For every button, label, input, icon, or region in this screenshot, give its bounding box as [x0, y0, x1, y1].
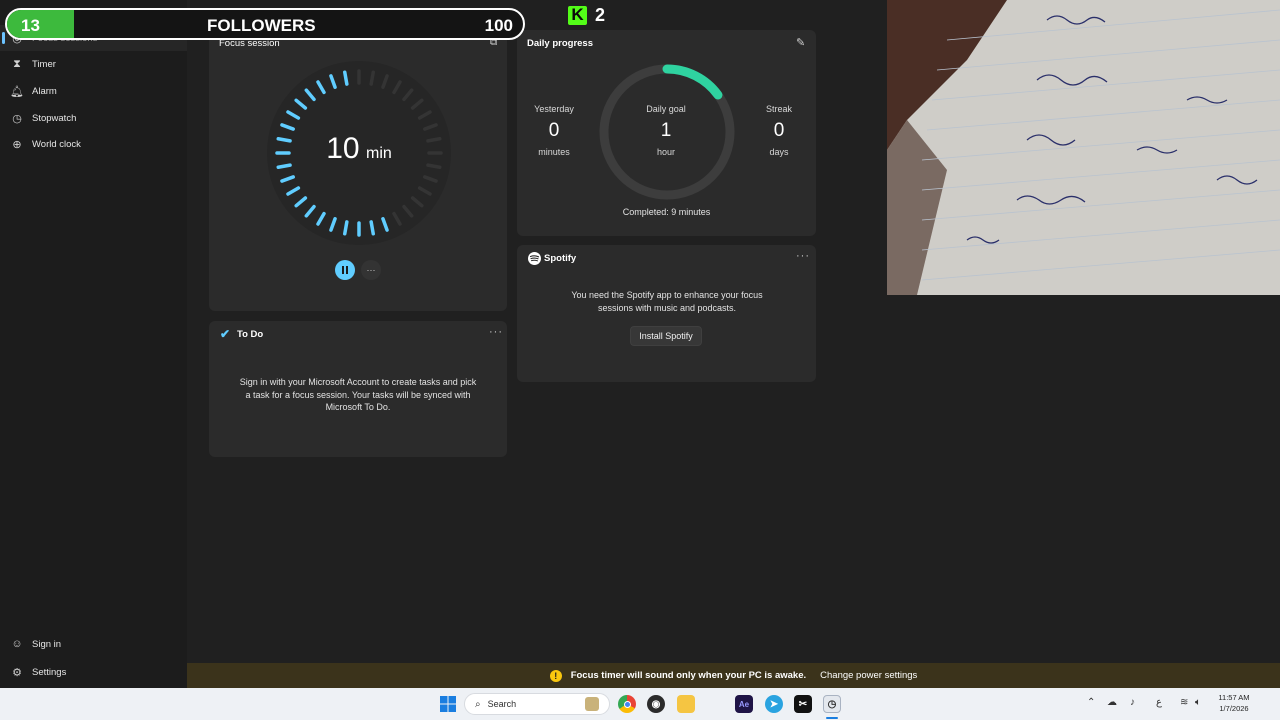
pause-button[interactable]: [335, 260, 355, 280]
dial-tick: [343, 70, 349, 86]
power-notice-bar: ! Focus timer will sound only when your …: [187, 663, 1280, 688]
obs-icon[interactable]: ◉: [647, 695, 665, 713]
pause-icon: [342, 266, 348, 274]
sidebar-item-settings[interactable]: ⚙ Settings: [0, 659, 187, 685]
sidebar-item-label: Stopwatch: [32, 112, 77, 124]
input-language[interactable]: ع: [1156, 697, 1162, 708]
daily-progress-card: Daily progress ✎ Yesterday 0 minutes Dai…: [517, 30, 816, 236]
yesterday-value: 0: [548, 120, 560, 141]
yesterday-unit: minutes: [538, 147, 570, 157]
followers-count: 13: [21, 16, 40, 35]
todo-check-icon: ✔: [220, 327, 231, 341]
card-title: Spotify: [544, 253, 577, 264]
globe-icon: ⊕: [12, 138, 22, 151]
kick-logo-icon: K: [568, 5, 587, 25]
sidebar: ◎ Focus sessions ⧗ Timer 🔔︎ Alarm ◷ Stop…: [0, 0, 187, 688]
chevron-up-icon[interactable]: ⌃: [1087, 697, 1095, 708]
spotify-card: Spotify ··· You need the Spotify app to …: [517, 245, 816, 382]
search-placeholder: Search: [487, 699, 517, 709]
capcut-icon[interactable]: ✂: [794, 695, 812, 713]
streak-value: 0: [773, 120, 785, 141]
file-explorer-icon[interactable]: [677, 695, 695, 713]
sidebar-item-label: Timer: [32, 58, 56, 70]
completed-text: Completed: 9 minutes: [622, 207, 711, 217]
streak-label: Streak: [765, 104, 792, 114]
search-icon: ⌕: [475, 698, 481, 710]
timer-unit: min: [366, 145, 392, 162]
microphone-icon[interactable]: ♪: [1130, 697, 1135, 708]
spotify-more-button[interactable]: ···: [796, 250, 810, 262]
webcam-overlay: [887, 0, 1280, 295]
followers-goal: 100: [484, 16, 513, 35]
active-app-indicator: [826, 717, 838, 719]
search-highlight-icon: [585, 697, 599, 711]
streak-unit: days: [769, 147, 789, 157]
main-content: Focus session ⧉ 10 min ··· Daily progres…: [187, 0, 887, 663]
clock-time: 11:57 AM: [1218, 693, 1250, 702]
change-power-settings-link[interactable]: Change power settings: [820, 670, 917, 681]
edit-icon[interactable]: ✎: [796, 36, 805, 49]
card-title: Daily progress: [527, 38, 593, 49]
kick-count: 2: [595, 4, 606, 25]
start-button[interactable]: [439, 695, 457, 713]
followers-progress-fill: [7, 10, 75, 38]
dial-tick: [343, 220, 349, 236]
sidebar-item-timer[interactable]: ⧗ Timer: [0, 51, 187, 77]
todo-more-button[interactable]: ···: [489, 326, 503, 338]
sidebar-item-label: Sign in: [32, 638, 62, 650]
sidebar-item-label: Alarm: [32, 85, 57, 97]
wifi-icon[interactable]: ≋: [1180, 697, 1188, 708]
followers-goal-widget: 13 FOLLOWERS 100: [5, 8, 525, 40]
taskbar-search[interactable]: ⌕ Search: [464, 693, 610, 715]
notice-message: Focus timer will sound only when your PC…: [570, 670, 807, 681]
todo-card: ✔ To Do ··· Sign in with your Microsoft …: [209, 321, 507, 457]
sidebar-item-alarm[interactable]: 🔔︎ Alarm: [0, 78, 187, 104]
sidebar-item-stopwatch[interactable]: ◷ Stopwatch: [0, 105, 187, 131]
stopwatch-icon: ◷: [12, 112, 22, 125]
daily-goal-value: 1: [660, 120, 672, 141]
sidebar-item-label: World clock: [32, 138, 81, 150]
daily-goal-label: Daily goal: [646, 104, 686, 114]
dial-tick: [369, 70, 375, 86]
goal-progress-arc: [662, 64, 723, 100]
dial-tick: [369, 220, 375, 236]
windows-logo-icon: [440, 696, 456, 712]
focus-session-card: Focus session ⧉ 10 min ···: [209, 30, 507, 311]
kick-viewer-widget: K 2: [568, 4, 605, 26]
gear-icon: ⚙: [12, 666, 22, 679]
volume-icon[interactable]: 🔈︎: [1195, 697, 1201, 708]
card-title: To Do: [237, 329, 264, 340]
timer-minutes: 10: [326, 132, 360, 165]
webcam-image: [887, 0, 1280, 295]
sidebar-item-world-clock[interactable]: ⊕ World clock: [0, 131, 187, 157]
daily-goal-unit: hour: [656, 147, 675, 157]
timer-readout: 10 min: [264, 132, 454, 166]
cloud-off-icon[interactable]: ☁: [1107, 697, 1117, 708]
todo-message: Sign in with your Microsoft Account to c…: [239, 377, 477, 412]
spotify-icon: [528, 252, 541, 265]
more-options-button[interactable]: ···: [361, 260, 381, 280]
sidebar-item-sign-in[interactable]: ☺ Sign in: [0, 631, 187, 657]
telegram-icon[interactable]: ➤: [765, 695, 783, 713]
chrome-icon[interactable]: [618, 695, 636, 713]
install-spotify-button[interactable]: Install Spotify: [630, 326, 702, 346]
hourglass-icon: ⧗: [13, 57, 21, 70]
taskbar-clock[interactable]: 11:57 AM 1/7/2026: [1212, 692, 1256, 714]
sidebar-item-label: Settings: [32, 666, 67, 678]
person-icon: ☺: [11, 638, 23, 650]
bell-icon: 🔔︎: [10, 85, 24, 98]
clock-app-icon[interactable]: ◷: [823, 695, 841, 713]
warning-icon: !: [549, 669, 562, 682]
yesterday-label: Yesterday: [534, 104, 574, 114]
followers-label: FOLLOWERS: [207, 16, 316, 35]
clock-date: 1/7/2026: [1219, 704, 1249, 713]
spotify-message: You need the Spotify app to enhance your…: [571, 290, 763, 313]
taskbar: ⌕ Search ◉ Ae ➤ ✂ ◷ ⌃ ☁ ♪ ع ≋ 🔈︎ 11:57 A…: [0, 688, 1280, 720]
after-effects-icon[interactable]: Ae: [735, 695, 753, 713]
